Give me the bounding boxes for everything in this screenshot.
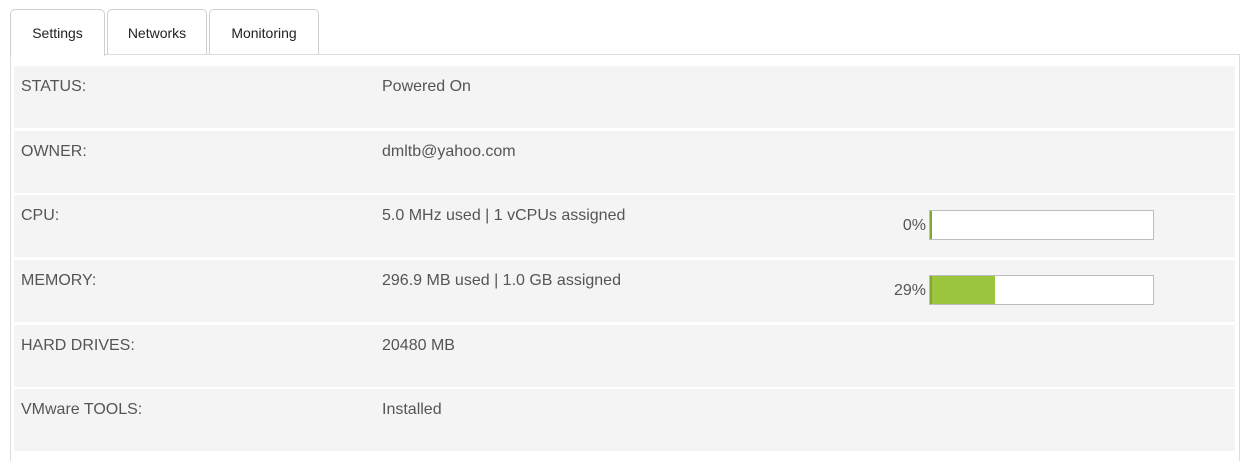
cpu-row: CPU: 5.0 MHz used | 1 vCPUs assigned 0% xyxy=(14,195,1235,257)
memory-value: 296.9 MB used | 1.0 GB assigned xyxy=(382,272,621,289)
cpu-percent-label: 0% xyxy=(902,217,926,234)
memory-label: MEMORY: xyxy=(21,272,97,289)
memory-percent-label: 29% xyxy=(893,282,926,299)
hard-drives-row: HARD DRIVES: 20480 MB xyxy=(14,325,1235,387)
vm-details-view: Settings Networks Monitoring STATUS: Pow… xyxy=(0,0,1247,461)
vmware-tools-row: VMware TOOLS: Installed xyxy=(14,389,1235,451)
vmware-tools-label: VMware TOOLS: xyxy=(21,401,143,418)
cpu-usage-bar-fill xyxy=(930,211,932,239)
tab-settings[interactable]: Settings xyxy=(10,9,105,56)
status-row: STATUS: Powered On xyxy=(14,66,1235,128)
hard-drives-value: 20480 MB xyxy=(382,337,455,354)
owner-row: OWNER: dmltb@yahoo.com xyxy=(14,131,1235,193)
memory-usage-bar-fill xyxy=(930,276,995,304)
owner-label: OWNER: xyxy=(21,143,87,160)
memory-row: MEMORY: 296.9 MB used | 1.0 GB assigned … xyxy=(14,260,1235,322)
owner-value: dmltb@yahoo.com xyxy=(382,143,516,160)
memory-usage-bar xyxy=(929,275,1154,305)
cpu-value: 5.0 MHz used | 1 vCPUs assigned xyxy=(382,207,626,224)
cpu-label: CPU: xyxy=(21,207,60,224)
hard-drives-label: HARD DRIVES: xyxy=(21,337,135,354)
status-label: STATUS: xyxy=(21,78,87,95)
tab-networks[interactable]: Networks xyxy=(107,9,207,55)
status-value: Powered On xyxy=(382,78,471,95)
tab-monitoring[interactable]: Monitoring xyxy=(209,9,319,55)
cpu-usage-bar xyxy=(929,210,1154,240)
vmware-tools-value: Installed xyxy=(382,401,442,418)
tab-bar: Settings Networks Monitoring xyxy=(10,9,319,56)
